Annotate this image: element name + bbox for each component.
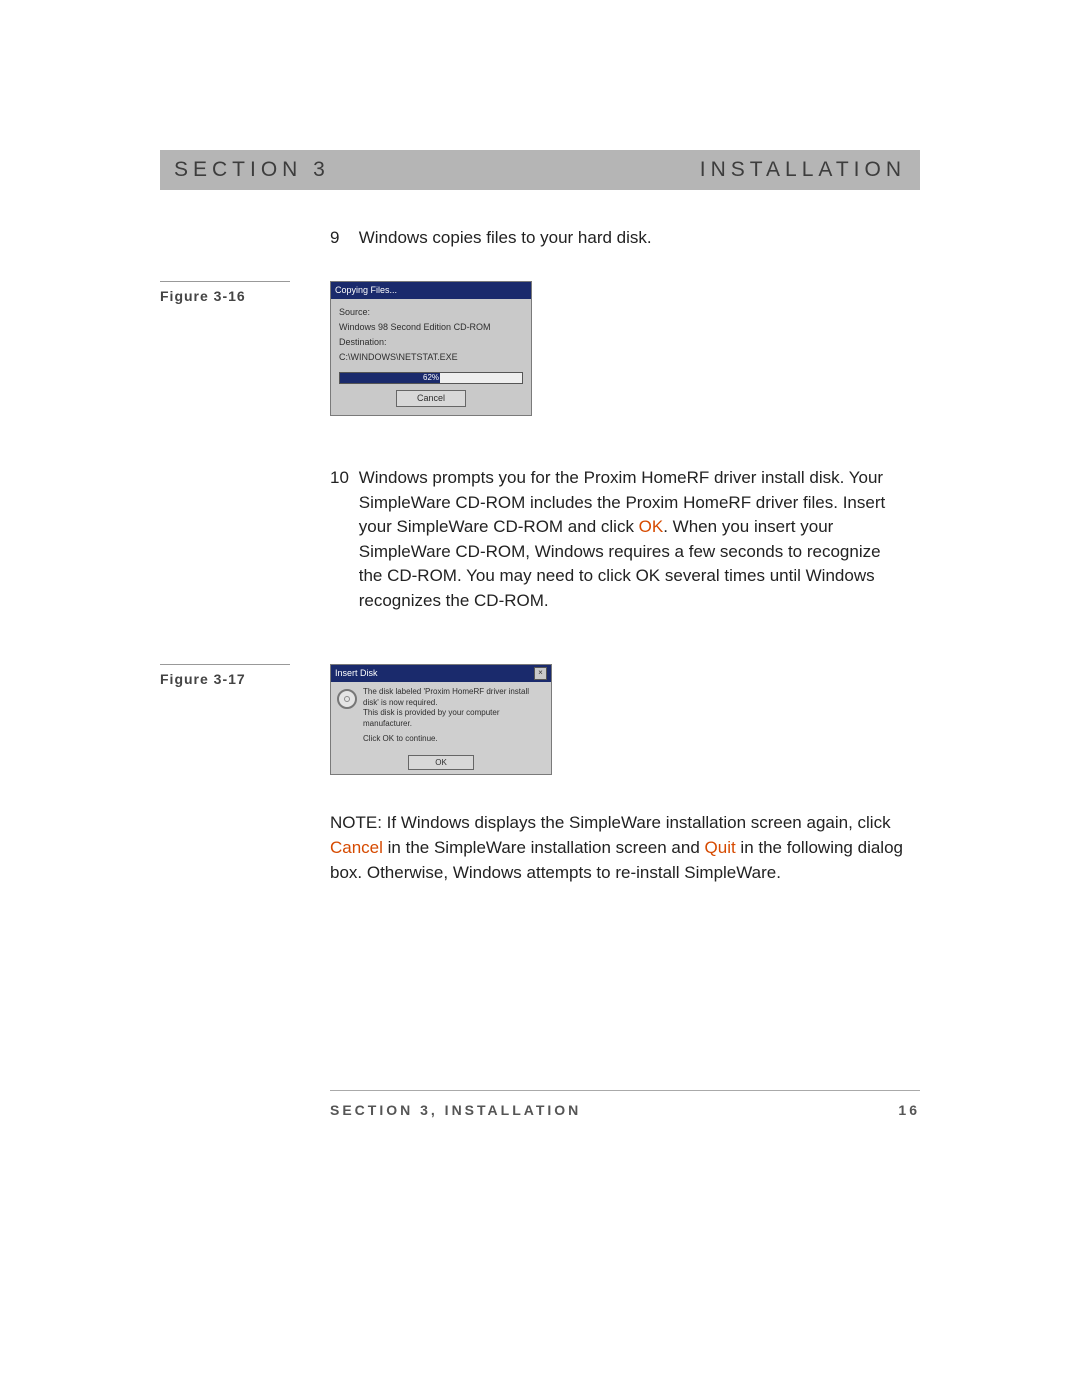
copy-progress-percent: 62% <box>423 372 439 384</box>
insert-disk-line-3: Click OK to continue. <box>363 734 545 745</box>
disc-icon <box>337 689 357 709</box>
copying-files-dialog-title: Copying Files... <box>331 282 531 299</box>
step-10-number: 10 <box>330 466 354 491</box>
source-label: Source: <box>339 306 523 319</box>
figure-3-16-caption: Figure 3-16 <box>160 281 330 304</box>
ok-action-text: OK <box>639 517 664 536</box>
insert-disk-dialog-title: Insert Disk <box>335 667 378 680</box>
insert-disk-dialog: Insert Disk × The disk labeled 'Proxim H… <box>330 664 552 776</box>
step-9-text: Windows copies files to your hard disk. <box>359 226 899 251</box>
footer-page-number: 16 <box>898 1102 920 1118</box>
step-9: 9 Windows copies files to your hard disk… <box>330 226 920 251</box>
note-paragraph: NOTE: If Windows displays the SimpleWare… <box>330 811 920 885</box>
copying-files-dialog: Copying Files... Source: Windows 98 Seco… <box>330 281 532 416</box>
header-right: INSTALLATION <box>700 158 906 182</box>
note-text-a: NOTE: If Windows displays the SimpleWare… <box>330 813 891 832</box>
source-value: Windows 98 Second Edition CD-ROM <box>339 321 523 334</box>
copy-progress-bar: 62% <box>339 372 523 384</box>
destination-label: Destination: <box>339 336 523 349</box>
cancel-button[interactable]: Cancel <box>396 390 466 407</box>
page-footer: SECTION 3, INSTALLATION 16 <box>160 1090 920 1118</box>
cancel-action-text: Cancel <box>330 838 383 857</box>
close-icon[interactable]: × <box>534 667 547 680</box>
quit-action-text: Quit <box>705 838 736 857</box>
step-10: 10 Windows prompts you for the Proxim Ho… <box>330 466 920 614</box>
footer-section: SECTION 3, INSTALLATION <box>330 1102 581 1118</box>
page-header: SECTION 3 INSTALLATION <box>160 150 920 190</box>
step-9-number: 9 <box>330 226 354 251</box>
figure-3-17-caption: Figure 3-17 <box>160 664 330 687</box>
ok-button[interactable]: OK <box>408 755 474 771</box>
insert-disk-line-1: The disk labeled 'Proxim HomeRF driver i… <box>363 687 545 709</box>
note-text-b: in the SimpleWare installation screen an… <box>383 838 705 857</box>
header-left: SECTION 3 <box>174 158 330 182</box>
insert-disk-line-2: This disk is provided by your computer m… <box>363 708 545 730</box>
destination-value: C:\WINDOWS\NETSTAT.EXE <box>339 351 523 364</box>
